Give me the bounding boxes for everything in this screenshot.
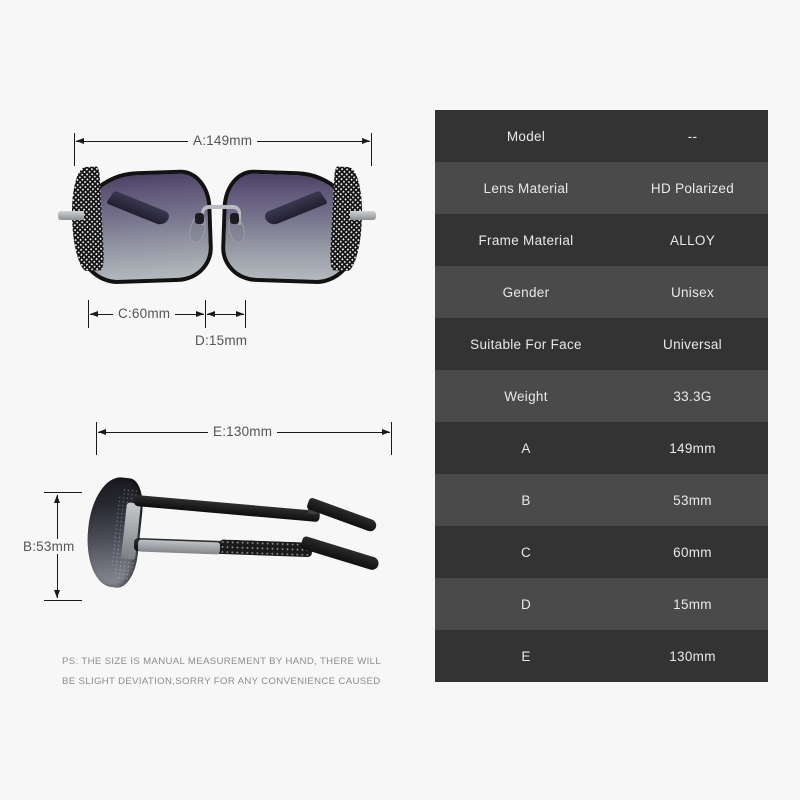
spec-value: 33.3G bbox=[673, 388, 712, 404]
dimension-e-tick-right bbox=[391, 422, 392, 455]
spec-key: Gender bbox=[502, 284, 550, 300]
dimension-b-tick-top bbox=[44, 492, 82, 493]
table-row: B 53mm bbox=[435, 474, 768, 526]
measurement-disclaimer: PS: THE SIZE IS MANUAL MEASUREMENT BY HA… bbox=[62, 652, 412, 692]
temple-tip-near bbox=[299, 535, 381, 572]
spec-value: Unisex bbox=[670, 284, 715, 300]
spec-value: -- bbox=[687, 128, 698, 144]
dimension-d-tick-right bbox=[245, 300, 246, 328]
hinge-right bbox=[350, 211, 376, 220]
spec-key: Weight bbox=[504, 388, 548, 404]
dimension-a-tick-right bbox=[371, 133, 372, 166]
dimension-d-label: D:15mm bbox=[190, 333, 253, 348]
nose-pad-arm-right bbox=[230, 213, 239, 224]
sunglasses-front-view bbox=[58, 163, 376, 293]
dimension-e-label: E:130mm bbox=[208, 424, 278, 439]
table-row: Frame Material ALLOY bbox=[435, 214, 768, 266]
spec-key: E bbox=[521, 648, 531, 664]
hinge-left bbox=[58, 211, 84, 220]
dimension-a-tick-left bbox=[74, 133, 75, 166]
dimension-e-arrowhead-right bbox=[382, 428, 390, 435]
table-row: Model -- bbox=[435, 110, 768, 162]
dimension-e-tick-left bbox=[96, 422, 97, 455]
table-row: D 15mm bbox=[435, 578, 768, 630]
table-row: Weight 33.3G bbox=[435, 370, 768, 422]
spec-value: 15mm bbox=[673, 596, 712, 612]
dimension-a-arrowhead-right bbox=[362, 137, 370, 144]
spec-key: A bbox=[521, 440, 531, 456]
dimension-b-tick-bottom bbox=[44, 600, 82, 601]
diagram-column: A:149mm C:60mm D:15mm E:130mm B:53mm PS:… bbox=[0, 0, 430, 800]
temple-arm-far bbox=[133, 494, 321, 523]
disclaimer-line-1: PS: THE SIZE IS MANUAL MEASUREMENT BY HA… bbox=[62, 656, 382, 667]
spec-key: Suitable For Face bbox=[470, 336, 582, 352]
spec-value: 130mm bbox=[669, 648, 716, 664]
spec-key: Lens Material bbox=[483, 180, 569, 196]
dimension-e-arrowhead-left bbox=[98, 428, 106, 435]
dimension-c-arrowhead-right bbox=[196, 310, 204, 317]
spec-key: Model bbox=[506, 128, 546, 144]
table-row: C 60mm bbox=[435, 526, 768, 578]
dimension-b-arrowhead-bottom bbox=[53, 590, 60, 598]
spec-value: Universal bbox=[663, 336, 722, 352]
table-row: Lens Material HD Polarized bbox=[435, 162, 768, 214]
disclaimer-line-2: BE SLIGHT DEVIATION,SORRY FOR ANY CONVEN… bbox=[62, 676, 381, 687]
dimension-a-label: A:149mm bbox=[188, 133, 258, 148]
spec-key: C bbox=[520, 544, 532, 560]
table-row: A 149mm bbox=[435, 422, 768, 474]
spec-value: 60mm bbox=[673, 544, 712, 560]
temple-metal-accent bbox=[137, 539, 221, 555]
nose-pad-arm-left bbox=[195, 213, 204, 224]
dimension-c-arrowhead-left bbox=[90, 310, 98, 317]
spec-value: ALLOY bbox=[669, 232, 716, 248]
dimension-b-label: B:53mm bbox=[18, 539, 80, 554]
spec-value: 149mm bbox=[669, 440, 716, 456]
specification-table: Model -- Lens Material HD Polarized Frame Ma… bbox=[435, 110, 768, 682]
spec-value: HD Polarized bbox=[650, 180, 735, 196]
spec-value: 53mm bbox=[673, 492, 712, 508]
dimension-c-label: C:60mm bbox=[113, 306, 176, 321]
sunglasses-side-view bbox=[78, 473, 381, 603]
spec-key: Frame Material bbox=[478, 232, 574, 248]
dimension-c-tick-right bbox=[205, 300, 206, 328]
spec-sheet-page: A:149mm C:60mm D:15mm E:130mm B:53mm PS:… bbox=[0, 0, 800, 800]
table-row: E 130mm bbox=[435, 630, 768, 682]
dimension-b-arrowhead-top bbox=[53, 495, 60, 503]
dimension-c-tick-left bbox=[88, 300, 89, 328]
table-row: Suitable For Face Universal bbox=[435, 318, 768, 370]
table-row: Gender Unisex bbox=[435, 266, 768, 318]
spec-key: D bbox=[520, 596, 532, 612]
dimension-d-arrowhead-left bbox=[207, 310, 215, 317]
spec-key: B bbox=[521, 492, 531, 508]
dimension-a-arrowhead-left bbox=[76, 137, 84, 144]
dimension-d-arrowhead-right bbox=[236, 310, 244, 317]
